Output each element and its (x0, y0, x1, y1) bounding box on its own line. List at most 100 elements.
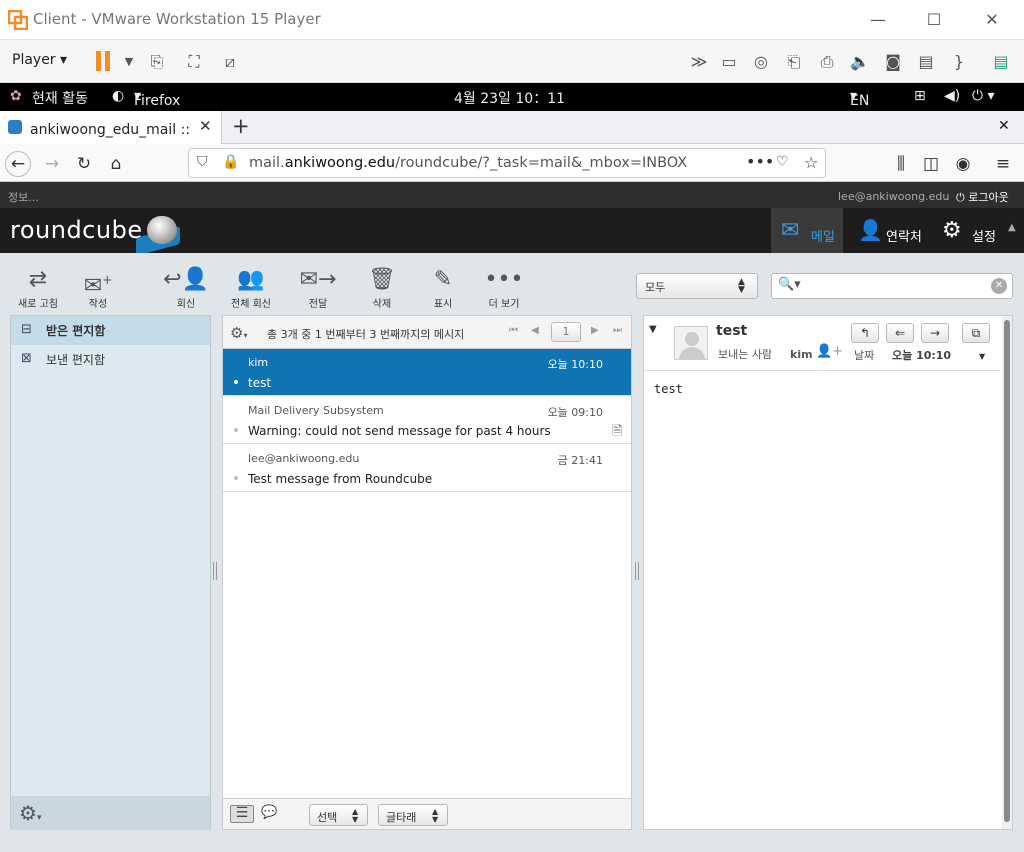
forward-icon: ✉→ (299, 267, 337, 292)
reply-button[interactable]: ↩👤 회신 (156, 265, 216, 310)
more-button[interactable]: ••• 더 보기 (474, 265, 534, 310)
more-devices-icon[interactable]: ≫ (688, 51, 710, 73)
shield-icon[interactable]: ⛉ (197, 154, 208, 170)
sound-icon[interactable]: 🔈 (849, 51, 871, 73)
nav-contacts[interactable]: 👤 연락처 (848, 208, 928, 253)
close-tab-icon[interactable]: ✕ (199, 117, 212, 135)
mark-button[interactable]: ✎ 표시 (413, 265, 473, 310)
activities-button[interactable]: 현재 활동 (32, 88, 88, 108)
usb-icon[interactable]: } (948, 51, 970, 73)
first-page-icon[interactable]: ⏮ (509, 325, 518, 336)
forward-icon[interactable]: → (921, 323, 949, 343)
message-subject: test (716, 323, 748, 339)
unread-dot-icon[interactable] (234, 428, 238, 432)
logout-button[interactable]: ⏻ 로그아웃 (956, 189, 1009, 205)
maximize-icon[interactable]: ☐ (922, 8, 946, 32)
camera-icon[interactable]: ◙ (882, 51, 904, 73)
nav-settings[interactable]: ⚙ 설정 (934, 208, 1004, 253)
reply-icon[interactable]: ↰ (851, 323, 879, 343)
close-icon[interactable]: ✕ (980, 8, 1004, 32)
forward-icon[interactable]: → (39, 151, 65, 177)
search-scope-select[interactable]: 모두 ▲ ▼ (636, 273, 758, 299)
insecure-lock-icon[interactable]: 🔒 (222, 154, 239, 170)
unread-dot-icon[interactable] (234, 380, 238, 384)
collapse-header-icon[interactable]: ▼ (649, 324, 657, 335)
refresh-button[interactable]: ⇄ 새로 고침 (8, 265, 68, 310)
back-icon[interactable]: ← (5, 151, 31, 177)
unity-icon[interactable]: ⧄ (219, 51, 241, 73)
nav-mail[interactable]: ✉ 메일 (771, 208, 843, 253)
folder-splitter[interactable] (213, 562, 217, 580)
reload-icon[interactable]: ↻ (71, 151, 97, 177)
minimize-icon[interactable]: — (866, 8, 890, 32)
more-headers-icon[interactable]: ▼ (979, 352, 985, 361)
archive-icon[interactable]: ▤ (915, 51, 937, 73)
sender-name[interactable]: kim (790, 348, 813, 361)
search-input[interactable]: 🔍▾ ✕ (771, 273, 1013, 299)
folder-sent[interactable]: ⊠ 보낸 편지함 (11, 344, 210, 372)
power-icon[interactable]: ⏻ ▾ (972, 88, 995, 104)
close-window-icon[interactable]: ✕ (998, 118, 1010, 134)
chevron-down-icon[interactable]: ▼ (118, 51, 140, 73)
list-splitter[interactable] (635, 562, 639, 580)
mark-pen-icon: ✎ (433, 267, 453, 292)
pocket-icon[interactable]: ♡ (776, 154, 789, 170)
library-icon[interactable]: ⫼ (888, 151, 914, 177)
network-icon[interactable]: ⎗ (783, 51, 805, 73)
clear-search-icon[interactable]: ✕ (991, 278, 1007, 294)
message-row[interactable]: kim 오늘 10:10 test (223, 349, 631, 396)
url-bar[interactable]: ⛉ 🔒 mail.ankiwoong.edu/roundcube/?_task=… (188, 148, 826, 178)
last-page-icon[interactable]: ⏭ (613, 325, 622, 336)
menu-icon[interactable]: ≡ (990, 151, 1016, 177)
search-icon[interactable]: 🔍▾ (778, 277, 801, 292)
player-menu[interactable]: Player ▾ (12, 52, 67, 68)
account-icon[interactable]: ◉ (950, 151, 976, 177)
send-ctrl-alt-del-icon[interactable]: ⎘ (146, 51, 168, 73)
tab-title: ankiwoong_edu_mail :: 받 (30, 122, 195, 138)
scrollbar-thumb[interactable] (1004, 320, 1010, 822)
pause-icon[interactable] (96, 51, 112, 71)
network-icon[interactable]: ⊞ (914, 88, 926, 104)
prev-page-icon[interactable]: ◀ (531, 325, 539, 336)
next-page-icon[interactable]: ▶ (591, 325, 599, 336)
select-dropdown[interactable]: 선택 ▲ ▼ (309, 804, 368, 826)
message-row[interactable]: lee@ankiwoong.edu 금 21:41 Test message f… (223, 445, 631, 492)
home-icon[interactable]: ⌂ (103, 151, 129, 177)
app-menu[interactable]: Firefox ▾ (134, 88, 180, 109)
forward-button[interactable]: ✉→ 전달 (288, 265, 348, 310)
volume-icon[interactable]: ◀) (944, 88, 960, 104)
folder-settings-gear-icon[interactable]: ⚙▾ (19, 801, 41, 825)
open-new-window-icon[interactable]: ⧉ (962, 323, 990, 343)
page-actions-icon[interactable]: ••• (746, 152, 774, 171)
message-row[interactable]: Mail Delivery Subsystem 오늘 09:10 Warning… (223, 397, 631, 444)
thread-dropdown[interactable]: 글타래 ▲ ▼ (378, 804, 448, 826)
page-number-input[interactable]: 1 (551, 322, 581, 342)
preview-scrollbar[interactable] (1002, 316, 1012, 829)
clock[interactable]: 4월 23일 10：11 (454, 88, 565, 108)
scroll-up-icon[interactable]: ▲ (1008, 222, 1016, 233)
window-title: Client - VMware Workstation 15 Player (33, 10, 321, 28)
list-view-icon[interactable]: ☰ (230, 805, 254, 823)
bookmark-star-icon[interactable]: ☆ (804, 153, 818, 172)
firefox-app-icon: ◐ (112, 88, 125, 104)
printer-icon[interactable]: ⎙ (816, 51, 838, 73)
unread-dot-icon[interactable] (234, 476, 238, 480)
new-tab-icon[interactable]: + (232, 114, 250, 138)
reply-all-button[interactable]: 👥 전체 회신 (221, 265, 281, 310)
compose-button[interactable]: ✉+ 작성 (68, 265, 128, 310)
message-log-icon[interactable]: ▤ (990, 51, 1012, 73)
sidebar-icon[interactable]: ◫ (918, 151, 944, 177)
browser-tab[interactable]: ankiwoong_edu_mail :: 받 ✕ (0, 111, 222, 144)
thread-view-icon[interactable]: 💬 (261, 805, 277, 820)
cd-icon[interactable]: ◎ (750, 51, 772, 73)
add-contact-icon[interactable]: 👤+ (816, 344, 843, 359)
url-text[interactable]: mail.ankiwoong.edu/roundcube/?_task=mail… (249, 155, 687, 171)
about-link[interactable]: 정보... (8, 189, 39, 205)
list-options-gear-icon[interactable]: ⚙▾ (230, 324, 247, 342)
reply-all-icon[interactable]: ⇐ (886, 323, 914, 343)
fullscreen-icon[interactable]: ⛶ (183, 51, 205, 73)
folder-inbox[interactable]: ⊟ 받은 편지함 (11, 316, 210, 344)
hard-disk-icon[interactable]: ▭ (718, 51, 740, 73)
delete-button[interactable]: 🗑 삭제 (352, 265, 412, 310)
language-selector[interactable]: EN ▾ (850, 88, 869, 109)
